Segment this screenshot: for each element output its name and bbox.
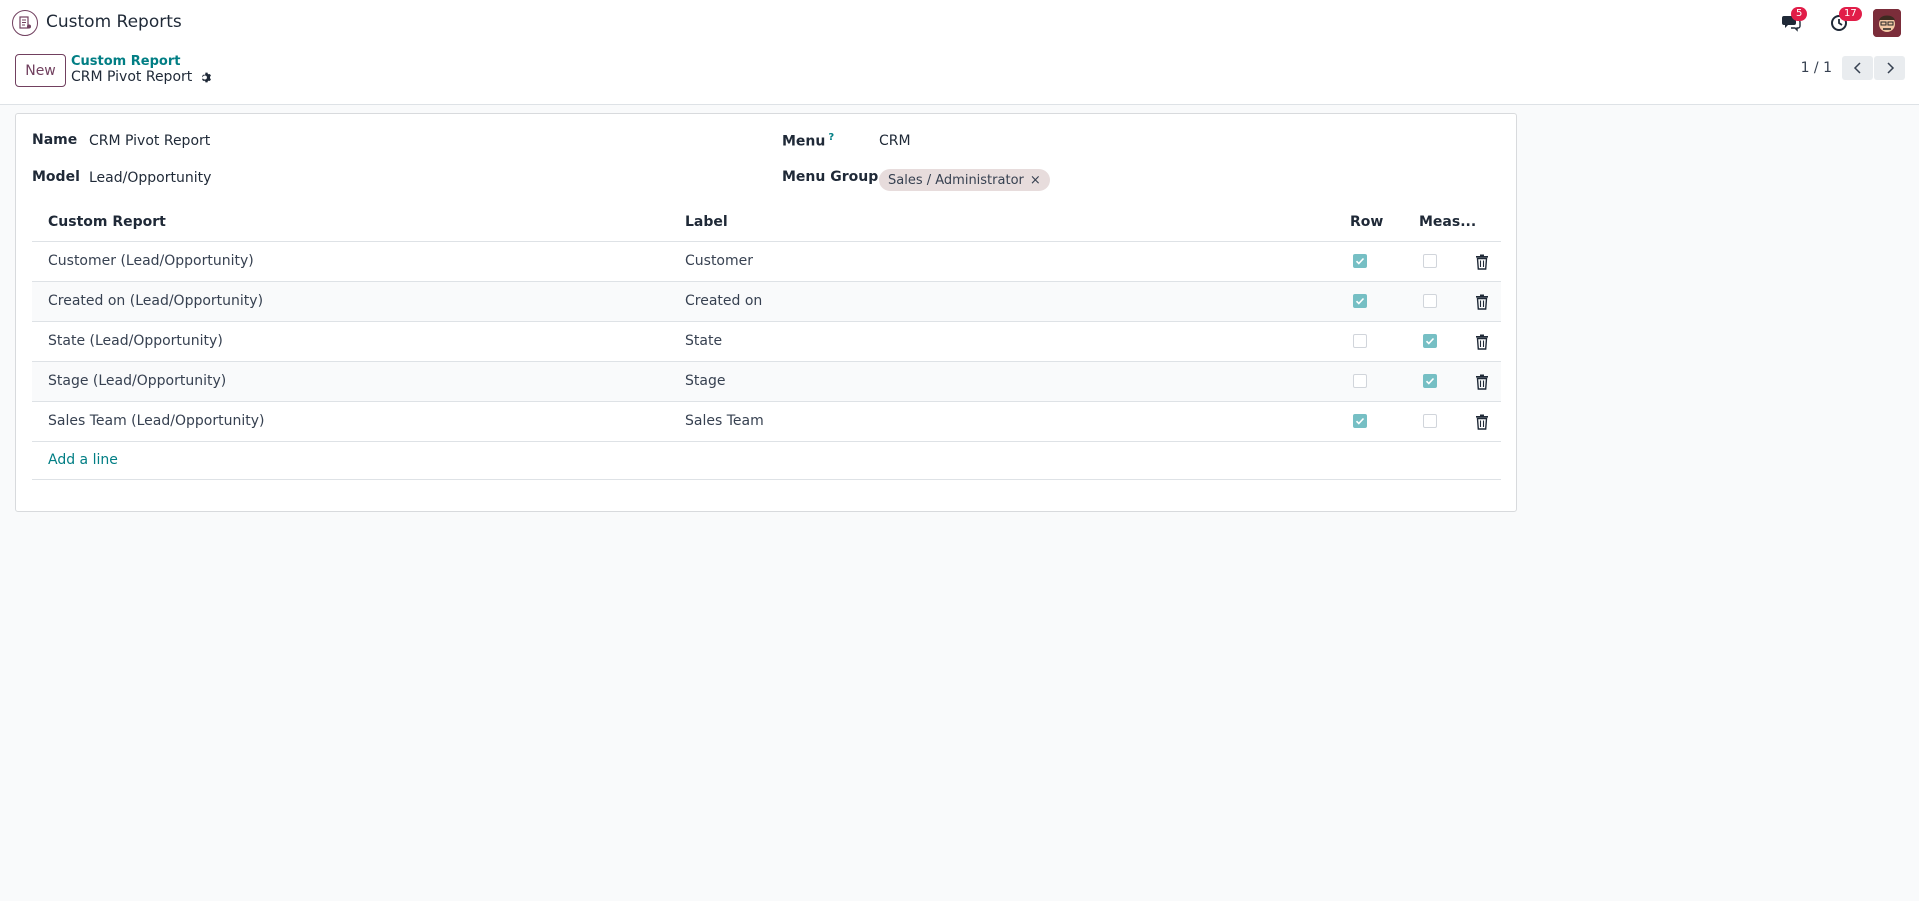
row-checkbox[interactable]: [1353, 254, 1367, 268]
measure-checkbox[interactable]: [1423, 254, 1437, 268]
menu-group-tag-label: Sales / Administrator: [888, 172, 1024, 188]
trash-icon[interactable]: [1475, 254, 1489, 270]
cell-custom-report[interactable]: Customer (Lead/Opportunity): [48, 253, 254, 269]
user-avatar[interactable]: [1873, 9, 1901, 37]
cell-custom-report[interactable]: Stage (Lead/Opportunity): [48, 373, 226, 389]
report-lines-table: Custom Report Label Row Meas... Customer…: [32, 202, 1501, 480]
menu-group-tag: Sales / Administrator ×: [879, 169, 1050, 191]
table-row[interactable]: State (Lead/Opportunity) State: [32, 322, 1501, 362]
cell-label[interactable]: State: [685, 333, 722, 349]
measure-checkbox[interactable]: [1423, 414, 1437, 428]
pager: 1 / 1: [1801, 56, 1905, 80]
activities-button[interactable]: 17: [1825, 7, 1862, 37]
messages-button[interactable]: 5: [1777, 7, 1808, 37]
cell-label[interactable]: Sales Team: [685, 413, 764, 429]
chevron-left-icon: [1853, 62, 1861, 74]
form-sheet: Name CRM Pivot Report Model Lead/Opportu…: [15, 113, 1517, 512]
cell-custom-report[interactable]: Sales Team (Lead/Opportunity): [48, 413, 264, 429]
cell-custom-report[interactable]: Created on (Lead/Opportunity): [48, 293, 263, 309]
trash-icon[interactable]: [1475, 294, 1489, 310]
top-navbar: Custom Reports 5 17: [0, 0, 1919, 46]
column-custom-report[interactable]: Custom Report: [48, 214, 166, 230]
menu-group-label: Menu Group: [782, 169, 879, 185]
record-title-wrapper: CRM Pivot Report: [71, 69, 213, 85]
column-label[interactable]: Label: [685, 214, 728, 230]
measure-checkbox[interactable]: [1423, 334, 1437, 348]
table-row[interactable]: Stage (Lead/Opportunity) Stage: [32, 362, 1501, 402]
trash-icon[interactable]: [1475, 374, 1489, 390]
pager-previous-button[interactable]: [1842, 56, 1873, 80]
column-row[interactable]: Row: [1350, 214, 1383, 230]
activities-badge: 17: [1839, 7, 1862, 21]
table-row[interactable]: Sales Team (Lead/Opportunity) Sales Team: [32, 402, 1501, 442]
measure-checkbox[interactable]: [1423, 294, 1437, 308]
cell-label[interactable]: Stage: [685, 373, 725, 389]
tag-remove-icon[interactable]: ×: [1030, 173, 1041, 188]
pager-next-button[interactable]: [1874, 56, 1905, 80]
menu-label: Menu?: [782, 132, 834, 150]
menu-label-text: Menu: [782, 133, 826, 150]
trash-icon[interactable]: [1475, 414, 1489, 430]
name-field[interactable]: CRM Pivot Report: [89, 133, 210, 149]
add-a-line-link[interactable]: Add a line: [48, 452, 118, 468]
cell-custom-report[interactable]: State (Lead/Opportunity): [48, 333, 223, 349]
pager-value[interactable]: 1 / 1: [1801, 60, 1832, 76]
cell-label[interactable]: Customer: [685, 253, 753, 269]
table-row[interactable]: Created on (Lead/Opportunity) Created on: [32, 282, 1501, 322]
control-panel: New Custom Report CRM Pivot Report 1 / 1: [0, 46, 1919, 105]
cell-label[interactable]: Created on: [685, 293, 762, 309]
trash-icon[interactable]: [1475, 334, 1489, 350]
app-title[interactable]: Custom Reports: [46, 12, 182, 32]
row-checkbox[interactable]: [1353, 374, 1367, 388]
measure-checkbox[interactable]: [1423, 374, 1437, 388]
menu-field[interactable]: CRM: [879, 133, 911, 149]
help-tooltip-icon[interactable]: ?: [828, 132, 834, 143]
table-body: Customer (Lead/Opportunity) Customer Creat…: [32, 242, 1501, 442]
row-checkbox[interactable]: [1353, 414, 1367, 428]
app-menu-icon[interactable]: [12, 10, 38, 36]
row-checkbox[interactable]: [1353, 294, 1367, 308]
name-label: Name: [32, 132, 78, 148]
add-line-row: Add a line: [32, 442, 1501, 480]
new-button[interactable]: New: [15, 54, 66, 87]
table-row[interactable]: Customer (Lead/Opportunity) Customer: [32, 242, 1501, 282]
chevron-right-icon: [1886, 62, 1894, 74]
model-label: Model: [32, 169, 80, 185]
breadcrumb-custom-report[interactable]: Custom Report: [71, 54, 180, 69]
row-checkbox[interactable]: [1353, 334, 1367, 348]
column-measure[interactable]: Meas...: [1419, 214, 1476, 230]
table-header: Custom Report Label Row Meas...: [32, 202, 1501, 242]
record-title: CRM Pivot Report: [71, 69, 193, 85]
gear-icon[interactable]: [200, 71, 213, 84]
messages-badge: 5: [1791, 7, 1808, 21]
model-field[interactable]: Lead/Opportunity: [89, 170, 211, 186]
